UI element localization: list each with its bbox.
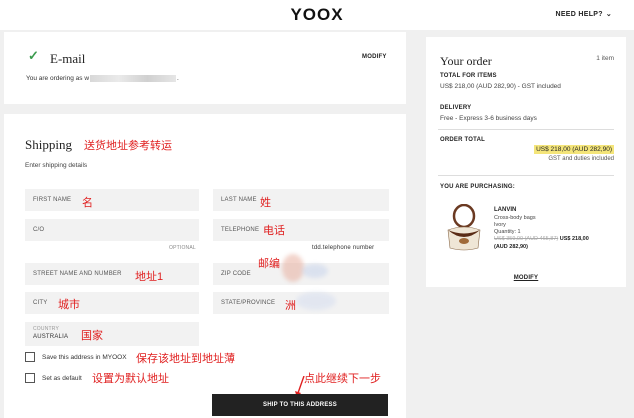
item-count: 1 item bbox=[596, 55, 614, 62]
product-type: Cross-body bags bbox=[494, 215, 536, 221]
modify-order-link[interactable]: MODIFY bbox=[426, 275, 626, 281]
co-label: C/O bbox=[33, 227, 45, 233]
country-value: AUSTRALIA bbox=[33, 334, 69, 340]
email-section: ✓ E-mail MODIFY You are ordering as w. bbox=[4, 32, 406, 104]
product-image[interactable] bbox=[444, 204, 484, 254]
delivery-label: DELIVERY bbox=[440, 105, 472, 111]
annotation-country: 国家 bbox=[81, 330, 103, 342]
order-total-label: ORDER TOTAL bbox=[440, 137, 485, 143]
annotation-continue: 点此继续下一步 bbox=[304, 373, 381, 385]
country-label: COUNTRY bbox=[33, 326, 60, 332]
blurred-smudge bbox=[302, 264, 328, 278]
product-brand: LANVIN bbox=[494, 207, 517, 213]
shipping-subtitle: Enter shipping details bbox=[25, 162, 88, 169]
order-total-value: US$ 218,00 (AUD 282,90) bbox=[534, 145, 614, 154]
blurred-smudge bbox=[282, 254, 304, 282]
need-help-link[interactable]: NEED HELP? ⌄ bbox=[555, 10, 612, 18]
telephone-hint: tdd.telephone number bbox=[312, 245, 375, 251]
telephone-field[interactable]: TELEPHONE bbox=[213, 219, 389, 241]
street-field[interactable]: STREET NAME AND NUMBER bbox=[25, 263, 199, 285]
ship-to-address-button[interactable]: SHIP TO THIS ADDRESS bbox=[212, 394, 388, 416]
ordering-as-text: You are ordering as w. bbox=[26, 75, 179, 82]
shipping-title: Shipping bbox=[25, 137, 72, 152]
annotation-set-default: 设置为默认地址 bbox=[92, 373, 169, 385]
set-default-checkbox[interactable] bbox=[25, 373, 35, 383]
last-name-field[interactable]: LAST NAME bbox=[213, 189, 389, 211]
country-select[interactable]: COUNTRY AUSTRALIA bbox=[25, 322, 199, 346]
top-header: YOOX NEED HELP? ⌄ bbox=[0, 0, 634, 30]
annotation-shipping-title: 送货地址参考转运 bbox=[84, 140, 172, 152]
telephone-label: TELEPHONE bbox=[221, 227, 260, 233]
total-items-value: US$ 218,00 (AUD 282,90) - GST included bbox=[440, 83, 561, 90]
street-label: STREET NAME AND NUMBER bbox=[33, 271, 122, 277]
gst-note: GST and duties included bbox=[548, 156, 614, 162]
annotation-city: 城市 bbox=[58, 299, 80, 311]
first-name-label: FIRST NAME bbox=[33, 197, 72, 203]
total-items-label: TOTAL FOR ITEMS bbox=[440, 73, 497, 79]
ordering-email: w bbox=[84, 75, 90, 83]
chevron-down-icon: ⌄ bbox=[605, 11, 612, 18]
checkmark-icon: ✓ bbox=[28, 48, 39, 63]
state-province-label: STATE/PROVINCE bbox=[221, 300, 276, 306]
city-field[interactable]: CITY bbox=[25, 292, 199, 314]
ordering-suffix: . bbox=[177, 75, 179, 83]
annotation-zip: 邮编 bbox=[258, 258, 280, 270]
yoox-logo[interactable]: YOOX bbox=[0, 5, 634, 25]
annotation-telephone: 电话 bbox=[263, 225, 285, 237]
annotation-first-name: 名 bbox=[82, 197, 93, 209]
city-label: CITY bbox=[33, 300, 48, 306]
delivery-value: Free - Express 3-6 business days bbox=[440, 115, 537, 122]
annotation-save-address: 保存该地址到地址薄 bbox=[136, 353, 235, 365]
product-brand-row: LANVIN bbox=[494, 207, 516, 213]
product-price-row: US$ 359,00 (AUD 465,87) US$ 218,00 bbox=[494, 236, 589, 242]
redacted-email-blur bbox=[90, 75, 177, 82]
divider bbox=[438, 129, 614, 130]
need-help-label: NEED HELP? bbox=[555, 11, 603, 18]
annotation-last-name: 姓 bbox=[260, 197, 271, 209]
set-default-label[interactable]: Set as default bbox=[42, 375, 82, 382]
order-summary: Your order 1 item TOTAL FOR ITEMS US$ 21… bbox=[426, 37, 626, 287]
order-title: Your order bbox=[440, 54, 492, 68]
purchasing-label: YOU ARE PURCHASING: bbox=[440, 184, 515, 190]
product-new-price-aud: (AUD 282,90) bbox=[494, 244, 528, 250]
zip-code-label: ZIP CODE bbox=[221, 271, 251, 277]
modify-email-link[interactable]: MODIFY bbox=[362, 54, 387, 60]
first-name-field[interactable]: FIRST NAME bbox=[25, 189, 199, 211]
annotation-street: 地址1 bbox=[135, 271, 164, 283]
last-name-label: LAST NAME bbox=[221, 197, 257, 203]
product-quantity: Quantity: 1 bbox=[494, 229, 521, 235]
co-field[interactable]: C/O bbox=[25, 219, 199, 241]
divider bbox=[438, 175, 614, 176]
co-optional-label: OPTIONAL bbox=[169, 245, 196, 251]
ordering-prefix: You are ordering as bbox=[26, 75, 83, 83]
save-address-checkbox[interactable] bbox=[25, 352, 35, 362]
shipping-section: Shipping 送货地址参考转运 Enter shipping details… bbox=[4, 114, 406, 418]
product-color: Ivory bbox=[494, 222, 506, 228]
blurred-smudge bbox=[296, 292, 336, 310]
product-new-price: US$ 218,00 bbox=[559, 236, 589, 242]
save-address-label[interactable]: Save this address in MYOOX bbox=[42, 354, 127, 361]
product-new-price-aud-row: (AUD 282,90) bbox=[494, 244, 528, 250]
product-old-price: US$ 359,00 (AUD 465,87) bbox=[494, 236, 559, 242]
annotation-state: 洲 bbox=[285, 300, 296, 312]
email-title: E-mail bbox=[50, 51, 86, 66]
